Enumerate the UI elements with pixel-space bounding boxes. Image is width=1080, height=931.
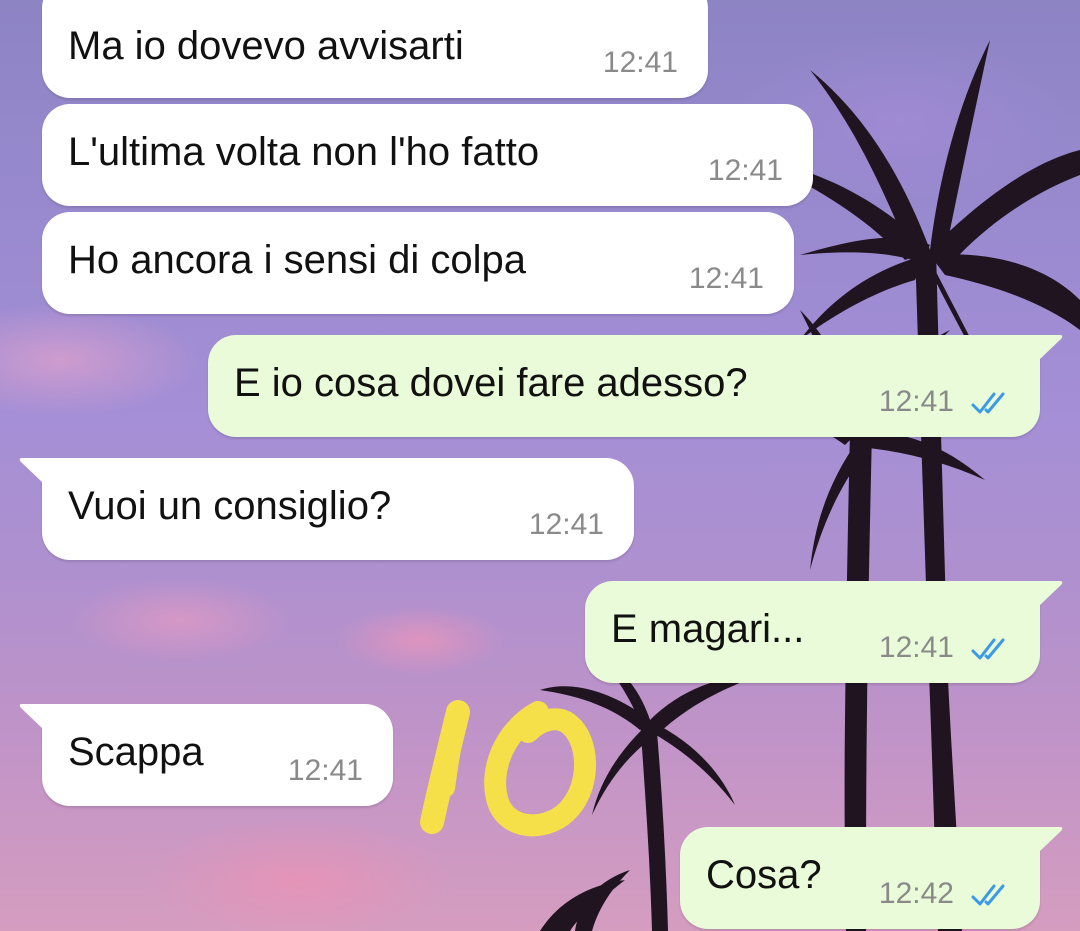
message-text: Ma io dovevo avvisarti [68, 24, 464, 68]
bubble-tail-incoming [19, 704, 52, 728]
message-timestamp: 12:41 [878, 631, 954, 664]
message-bubble-incoming[interactable]: Ma io dovevo avvisarti 12:41 [42, 0, 708, 98]
message-text: L'ultima volta non l'ho fatto [68, 130, 540, 174]
bubble-tail-outgoing [1030, 335, 1063, 359]
message-timestamp: 12:41 [287, 754, 363, 787]
message-text: E io cosa dovei fare adesso? [234, 361, 748, 405]
message-bubble-incoming[interactable]: Ho ancora i sensi di colpa 12:41 [42, 212, 794, 314]
message-bubble-outgoing[interactable]: E magari... 12:41 [585, 581, 1040, 683]
double-check-icon [971, 884, 1005, 906]
message-timestamp: 12:41 [878, 385, 954, 418]
message-bubble-outgoing[interactable]: Cosa? 12:42 [680, 827, 1040, 929]
bubble-tail-incoming [19, 458, 52, 482]
message-text: Cosa? [706, 853, 822, 897]
message-text: Ho ancora i sensi di colpa [68, 238, 527, 282]
message-timestamp: 12:41 [707, 154, 783, 187]
message-bubble-incoming[interactable]: Vuoi un consiglio? 12:41 [42, 458, 634, 560]
message-bubble-incoming[interactable]: L'ultima volta non l'ho fatto 12:41 [42, 104, 813, 206]
message-bubble-outgoing[interactable]: E io cosa dovei fare adesso? 12:41 [208, 335, 1040, 437]
double-check-icon [971, 638, 1005, 660]
double-check-icon [971, 392, 1005, 414]
message-timestamp: 12:42 [878, 877, 954, 910]
message-timestamp: 12:41 [528, 508, 604, 541]
bubble-tail-outgoing [1030, 581, 1063, 605]
message-text: E magari... [611, 607, 805, 651]
message-bubble-incoming[interactable]: Scappa 12:41 [42, 704, 393, 806]
message-text: Scappa [68, 730, 204, 774]
bubble-tail-outgoing [1030, 827, 1063, 851]
message-timestamp: 12:41 [688, 262, 764, 295]
handwritten-annotation [420, 700, 596, 837]
message-text: Vuoi un consiglio? [68, 484, 392, 528]
message-timestamp: 12:41 [602, 46, 678, 79]
